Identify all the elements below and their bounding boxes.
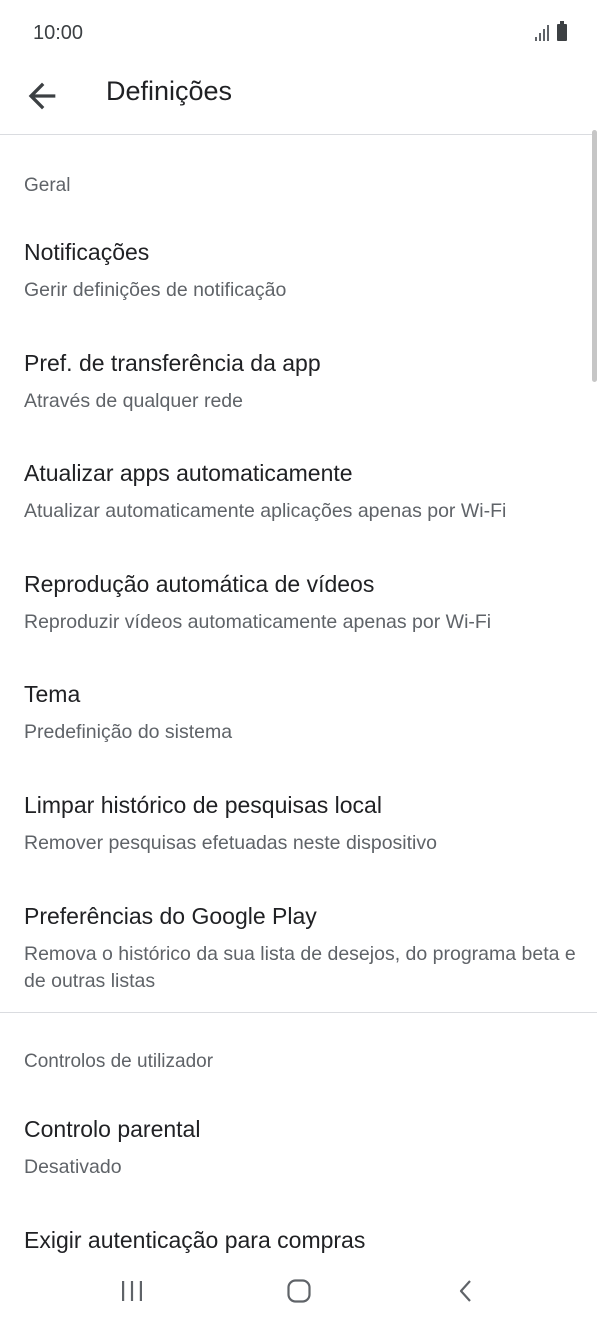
setting-subtitle: Predefinição do sistema xyxy=(24,721,233,743)
section-divider xyxy=(0,1012,597,1013)
section-header-user-controls: Controlos de utilizador xyxy=(24,1051,214,1072)
battery-icon xyxy=(557,21,567,41)
status-icons xyxy=(535,21,567,41)
settings-list[interactable]: Geral Notificações Gerir definições de n… xyxy=(0,135,597,1253)
setting-subtitle: Reproduzir vídeos automaticamente apenas… xyxy=(24,611,492,633)
setting-download-preference[interactable]: Pref. de transferência da app Através de… xyxy=(0,350,590,440)
setting-google-play-preferences[interactable]: Preferências do Google Play Remova o his… xyxy=(0,903,590,1013)
back-button[interactable] xyxy=(22,76,62,116)
setting-title: Controlo parental xyxy=(24,1116,201,1142)
setting-title: Exigir autenticação para compras xyxy=(24,1227,366,1253)
recents-icon xyxy=(122,1281,142,1301)
setting-autoplay-videos[interactable]: Reprodução automática de vídeos Reproduz… xyxy=(0,571,590,661)
status-bar: 10:00 xyxy=(0,0,597,68)
setting-title: Tema xyxy=(24,681,81,707)
setting-theme[interactable]: Tema Predefinição do sistema xyxy=(0,681,590,771)
section-header-general: Geral xyxy=(24,175,71,196)
setting-title: Limpar histórico de pesquisas local xyxy=(24,792,382,818)
arrow-back-icon xyxy=(28,82,56,110)
setting-title: Preferências do Google Play xyxy=(24,903,317,929)
nav-back-icon xyxy=(459,1280,471,1302)
setting-subtitle: Atualizar automaticamente aplicações ape… xyxy=(24,500,507,522)
signal-icon xyxy=(535,25,549,41)
nav-home-button[interactable] xyxy=(277,1269,321,1313)
setting-subtitle: Remova o histórico da sua lista de desej… xyxy=(24,943,576,992)
setting-title: Reprodução automática de vídeos xyxy=(24,571,375,597)
nav-recents-button[interactable] xyxy=(110,1269,154,1313)
setting-require-authentication[interactable]: Exigir autenticação para compras xyxy=(0,1227,590,1253)
setting-notifications[interactable]: Notificações Gerir definições de notific… xyxy=(0,239,590,329)
app-bar: Definições xyxy=(0,68,597,135)
setting-subtitle: Remover pesquisas efetuadas neste dispos… xyxy=(24,832,437,854)
setting-title: Atualizar apps automaticamente xyxy=(24,460,353,486)
page-title: Definições xyxy=(106,76,233,106)
setting-parental-controls[interactable]: Controlo parental Desativado xyxy=(0,1116,590,1206)
setting-subtitle: Gerir definições de notificação xyxy=(24,279,287,301)
setting-clear-search-history[interactable]: Limpar histórico de pesquisas local Remo… xyxy=(0,792,590,882)
system-nav-bar xyxy=(0,1255,597,1328)
setting-title: Notificações xyxy=(24,239,150,265)
nav-back-button[interactable] xyxy=(444,1269,488,1313)
scrollbar[interactable] xyxy=(592,130,597,382)
setting-title: Pref. de transferência da app xyxy=(24,350,321,376)
setting-subtitle: Através de qualquer rede xyxy=(24,390,243,412)
setting-auto-update-apps[interactable]: Atualizar apps automaticamente Atualizar… xyxy=(0,460,590,550)
setting-subtitle: Desativado xyxy=(24,1156,122,1178)
home-icon xyxy=(287,1279,311,1303)
status-time: 10:00 xyxy=(33,22,84,44)
